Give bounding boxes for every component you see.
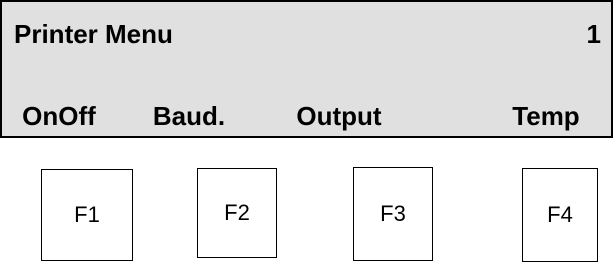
f1-button[interactable]: F1 (41, 169, 133, 261)
f2-button-label: F2 (224, 200, 250, 225)
menu-title: Printer Menu (14, 19, 173, 49)
softkey-label-baud: Baud. (152, 101, 226, 131)
softkey-label-temp: Temp (512, 101, 580, 131)
f4-button[interactable]: F4 (522, 168, 598, 262)
softkey-label-onoff: OnOff (22, 101, 96, 131)
f2-button[interactable]: F2 (197, 168, 277, 258)
f1-button-label: F1 (74, 202, 100, 227)
softkey-label-output: Output (296, 101, 382, 131)
f3-button-label: F3 (380, 201, 406, 226)
lcd-display: Printer Menu 1 OnOff Baud. Output Temp (0, 0, 613, 138)
page-number: 1 (586, 19, 601, 49)
f3-button[interactable]: F3 (353, 167, 433, 261)
f4-button-label: F4 (547, 202, 573, 227)
